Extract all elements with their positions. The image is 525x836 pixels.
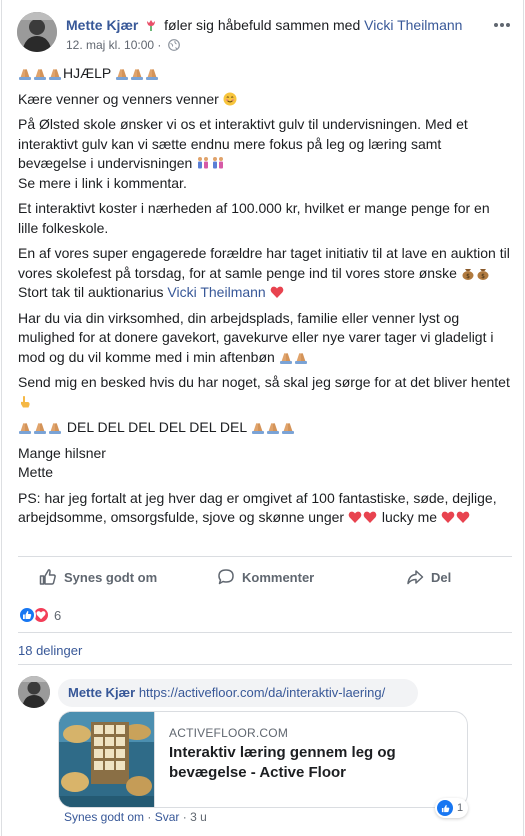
paragraph-school: På Ølsted skole ønsker vi os et interakt…	[18, 115, 512, 193]
comment-label: Kommenter	[242, 569, 315, 585]
comment-button[interactable]: Kommenter	[217, 566, 314, 588]
like-icon	[39, 569, 56, 585]
thanks-text: Stort tak til auktionarius	[18, 284, 164, 300]
mention-link[interactable]: Vicki Theilmann	[167, 284, 265, 300]
paragraph-ps: PS: har jeg fortalt at jeg hver dag er o…	[18, 489, 512, 528]
comment-reactions[interactable]: 1	[435, 798, 469, 818]
paragraph-donate: Har du via din virksomhed, din arbejdspl…	[18, 309, 512, 368]
like-reaction-icon	[18, 606, 36, 624]
heart-icon	[441, 511, 455, 523]
help-text: HJÆLP	[63, 65, 111, 81]
action-bar: Synes godt om Kommenter Del	[18, 556, 512, 596]
link-text: ACTIVEFLOOR.COM Interaktiv læring gennem…	[169, 726, 459, 783]
tulip-icon	[147, 20, 156, 31]
praying-hands-icon	[251, 423, 264, 434]
meta-dot: ·	[182, 810, 187, 824]
heart-icon	[363, 511, 377, 523]
people-icon	[213, 157, 224, 169]
post-meta: 12. maj kl. 10:00 ·	[66, 38, 180, 52]
heart-icon	[270, 286, 283, 298]
comment-icon	[218, 569, 234, 585]
message-text: Send mig en besked hvis du har noget, så…	[18, 374, 510, 390]
cost-text: Et interaktivt koster i nærheden af 100.…	[18, 200, 490, 236]
post-header-line: Mette Kjær føler sig håbefuld sammen med…	[66, 16, 462, 34]
praying-hands-icon	[266, 423, 279, 434]
praying-hands-icon	[34, 69, 46, 80]
author-avatar[interactable]	[17, 12, 57, 52]
people-icon	[198, 157, 209, 169]
comment-reply-link[interactable]: Svar	[155, 810, 180, 824]
paragraph-cost: Et interaktivt koster i nærheden af 100.…	[18, 199, 512, 238]
heart-icon	[456, 511, 470, 523]
praying-hands-icon	[49, 69, 61, 80]
praying-hands-icon	[34, 423, 46, 434]
post-body: HJÆLP Kære venner og venners venner På Ø…	[18, 64, 512, 534]
money-bag-icon	[477, 268, 489, 280]
praying-hands-icon	[279, 352, 292, 364]
donate-text: Har du via din virksomhed, din arbejdspl…	[18, 309, 494, 365]
divider	[18, 632, 512, 633]
signoff-text: Mange hilsner	[18, 444, 106, 461]
praying-hands-icon	[130, 69, 143, 80]
meta-dot: ·	[147, 810, 152, 824]
link-thumbnail	[59, 712, 155, 807]
paragraph-greeting: Kære venner og venners venner	[18, 90, 512, 110]
money-bag-icon	[462, 268, 474, 280]
post-timestamp[interactable]: 12. maj kl. 10:00	[66, 38, 154, 52]
comment-actions: Synes godt om · Svar · 3 u	[64, 810, 207, 824]
commenter-avatar[interactable]	[18, 676, 50, 708]
commenter-name[interactable]: Mette Kjær	[68, 685, 135, 700]
globe-icon	[167, 39, 180, 51]
more-icon[interactable]	[492, 18, 512, 32]
comment-like-link[interactable]: Synes godt om	[64, 810, 144, 824]
share-plea-text: DEL DEL DEL DEL DEL DEL	[66, 419, 247, 435]
author-name[interactable]: Mette Kjær	[66, 17, 138, 33]
like-button[interactable]: Synes godt om	[39, 566, 157, 588]
like-reaction-icon	[437, 800, 453, 816]
comment-bubble: Mette Kjær https://activefloor.com/da/in…	[58, 679, 418, 707]
comment-age[interactable]: 3 u	[190, 810, 207, 824]
shares-count[interactable]: 18 delinger	[18, 643, 82, 658]
comment-reaction-count: 1	[457, 802, 464, 814]
praying-hands-icon	[49, 423, 61, 434]
praying-hands-icon	[19, 69, 31, 80]
tagged-person[interactable]: Vicki Theilmann	[364, 17, 462, 33]
share-icon	[407, 570, 424, 585]
paragraph-share: DEL DEL DEL DEL DEL DEL	[18, 418, 512, 438]
comment-url[interactable]: https://activefloor.com/da/interaktiv-la…	[139, 685, 385, 700]
greeting-text: Kære venner og venners venner	[18, 90, 219, 107]
auction-text: En af vores super engagerede forældre ha…	[18, 245, 510, 281]
paragraph-message: Send mig en besked hvis du har noget, så…	[18, 373, 512, 412]
paragraph-signoff: Mange hilsner Mette	[18, 444, 512, 483]
praying-hands-icon	[115, 69, 128, 80]
see-more-text: Se mere i link i kommentar.	[18, 174, 187, 191]
signature-text: Mette	[18, 464, 54, 480]
reaction-count[interactable]: 6	[54, 608, 61, 623]
smile-icon	[223, 92, 237, 105]
lucky-text: lucky me	[381, 509, 438, 525]
heart-icon	[348, 511, 362, 523]
like-label: Synes godt om	[64, 569, 158, 585]
praying-hands-icon	[19, 423, 31, 434]
paragraph-help: HJÆLP	[18, 64, 512, 84]
praying-hands-icon	[281, 423, 294, 434]
post-header: Mette Kjær føler sig håbefuld sammen med…	[17, 12, 512, 56]
post-card: Mette Kjær føler sig håbefuld sammen med…	[1, 0, 524, 836]
praying-hands-icon	[294, 352, 307, 364]
school-text: På Ølsted skole ønsker vi os et interakt…	[18, 116, 468, 171]
link-preview-card[interactable]: ACTIVEFLOOR.COM Interaktiv læring gennem…	[58, 711, 468, 808]
share-button[interactable]: Del	[406, 566, 451, 588]
feeling-text: føler sig håbefuld sammen med	[164, 17, 361, 33]
divider	[18, 664, 512, 665]
reactions-summary[interactable]: 6	[18, 605, 61, 625]
link-domain: ACTIVEFLOOR.COM	[169, 726, 289, 740]
pointing-hand-icon	[21, 395, 30, 407]
praying-hands-icon	[145, 69, 158, 80]
link-title[interactable]: Interaktiv læring gennem leg og bevægels…	[169, 743, 459, 783]
share-label: Del	[431, 569, 452, 585]
paragraph-auction: En af vores super engagerede forældre ha…	[18, 244, 512, 303]
meta-dot: ·	[157, 38, 162, 52]
